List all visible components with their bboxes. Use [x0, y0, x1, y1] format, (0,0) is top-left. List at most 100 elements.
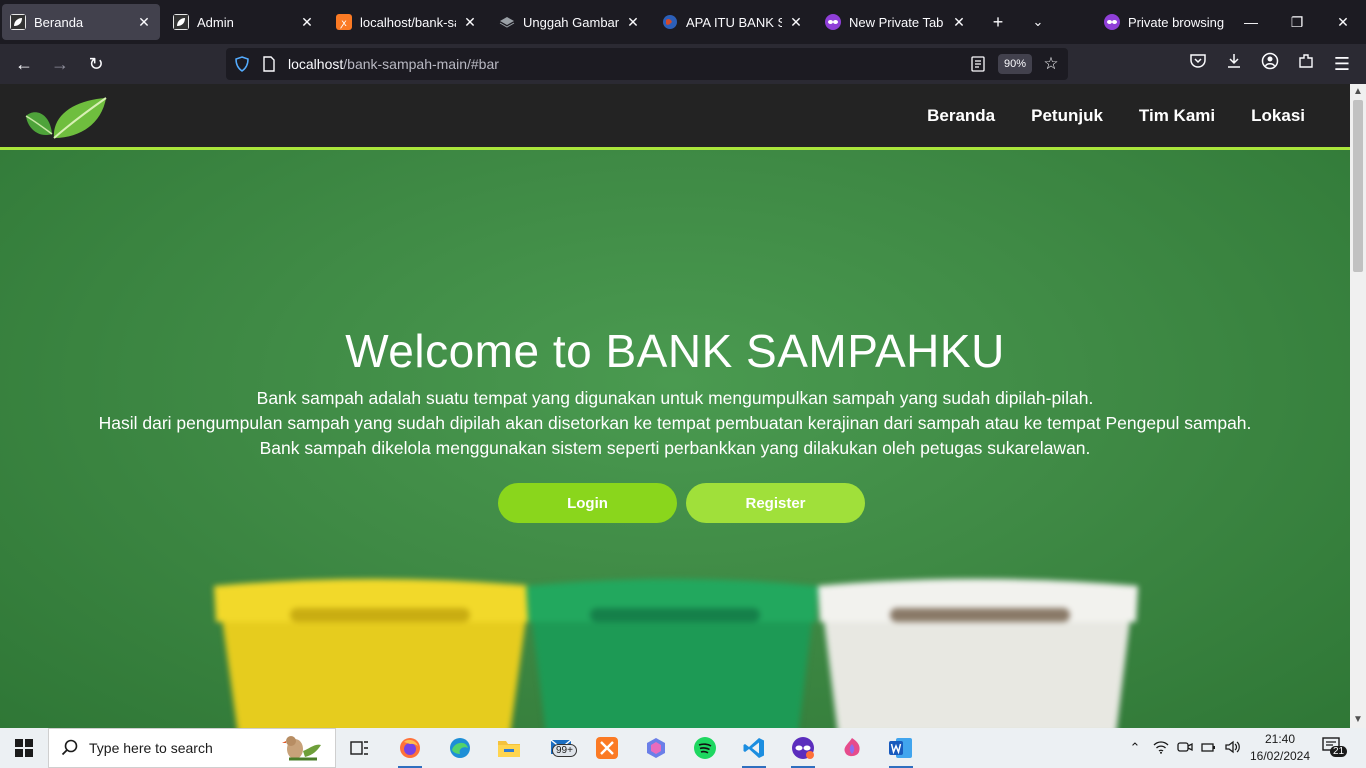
- tab-label: APA ITU BANK SAM: [686, 14, 782, 30]
- spotify-taskbar-icon[interactable]: [685, 732, 725, 764]
- page-scrollbar[interactable]: ▲ ▼: [1350, 84, 1366, 728]
- web-page-viewport: Beranda Petunjuk Tim Kami Lokasi Welcome…: [0, 84, 1366, 728]
- hero-line: Bank sampah dikelola menggunakan sistem …: [259, 438, 1091, 458]
- forward-arrow-icon[interactable]: →: [48, 52, 72, 76]
- edge-taskbar-icon[interactable]: [440, 732, 480, 764]
- close-tab-icon[interactable]: ✕: [462, 14, 478, 30]
- copilot-taskbar-icon[interactable]: [636, 732, 676, 764]
- pocket-icon[interactable]: [1186, 52, 1210, 76]
- page-info-icon[interactable]: [262, 56, 276, 72]
- list-all-tabs-chevron-icon[interactable]: ⌄: [1026, 10, 1050, 34]
- notification-count-badge: 21: [1330, 746, 1348, 757]
- private-browsing-label: Private browsing: [1128, 14, 1225, 30]
- taskbar-clock[interactable]: 21:40 16/02/2024: [1248, 731, 1312, 765]
- tab-unggah-gambar[interactable]: Unggah Gambar – r ✕: [491, 4, 649, 40]
- taskbar-search-box[interactable]: Type here to search: [48, 728, 336, 768]
- nav-link-lokasi[interactable]: Lokasi: [1251, 106, 1305, 126]
- notifications-area: 21: [1322, 728, 1348, 768]
- reader-view-icon[interactable]: [970, 56, 986, 72]
- leaf-logo-icon[interactable]: [20, 94, 110, 144]
- close-window-icon[interactable]: ✕: [1328, 8, 1358, 36]
- tab-apa-itu-bank-sampah[interactable]: APA ITU BANK SAM ✕: [654, 4, 812, 40]
- new-tab-plus-icon[interactable]: +: [986, 10, 1010, 34]
- close-tab-icon[interactable]: ✕: [788, 14, 804, 30]
- speaker-volume-icon[interactable]: [1224, 740, 1242, 757]
- extensions-puzzle-icon[interactable]: [1294, 52, 1318, 76]
- nav-link-beranda[interactable]: Beranda: [927, 106, 995, 126]
- back-arrow-icon[interactable]: ←: [12, 52, 36, 76]
- windows-taskbar: Type here to search 99+ ⌃ 21:40 16/02/20…: [0, 728, 1366, 768]
- xampp-taskbar-icon[interactable]: [587, 732, 627, 764]
- vscode-taskbar-icon[interactable]: [734, 732, 774, 768]
- meet-now-icon[interactable]: [1176, 740, 1194, 757]
- browser-nav-bar: ← → ↻ localhost/bank-sampah-main/#bar 90…: [0, 44, 1366, 84]
- nav-link-petunjuk[interactable]: Petunjuk: [1031, 106, 1103, 126]
- hero-line: Bank sampah adalah suatu tempat yang dig…: [256, 388, 1094, 408]
- hero-line: Hasil dari pengumpulan sampah yang sudah…: [98, 413, 1252, 433]
- tab-beranda[interactable]: Beranda ✕: [2, 4, 160, 40]
- wifi-icon[interactable]: [1152, 740, 1170, 757]
- tab-label: Beranda: [34, 14, 84, 30]
- notifications-icon[interactable]: 21: [1322, 736, 1348, 760]
- firefox-private-taskbar-icon[interactable]: [783, 732, 823, 768]
- tab-label: New Private Tab: [849, 14, 944, 30]
- battery-plug-icon[interactable]: [1200, 740, 1218, 757]
- xampp-favicon-icon: ꭗ: [336, 14, 352, 30]
- downloads-icon[interactable]: [1222, 52, 1246, 76]
- minimize-window-icon[interactable]: —: [1236, 8, 1266, 36]
- login-button[interactable]: Login: [498, 483, 677, 523]
- earth-favicon-icon: [662, 14, 678, 30]
- address-bar[interactable]: localhost/bank-sampah-main/#bar 90% ☆: [226, 48, 1068, 80]
- recycling-bins-image: [214, 579, 1138, 728]
- restore-window-icon[interactable]: ❐: [1282, 8, 1312, 36]
- tab-admin[interactable]: Admin ✕: [165, 4, 323, 40]
- scroll-down-arrow-icon[interactable]: ▼: [1350, 712, 1366, 728]
- nav-link-tim-kami[interactable]: Tim Kami: [1139, 106, 1215, 126]
- close-tab-icon[interactable]: ✕: [136, 14, 152, 30]
- private-browsing-indicator: Private browsing: [1104, 12, 1224, 32]
- register-button[interactable]: Register: [686, 483, 865, 523]
- hero-section: Welcome to BANK SAMPAHKU Bank sampah ada…: [0, 150, 1350, 728]
- site-header: Beranda Petunjuk Tim Kami Lokasi: [0, 84, 1350, 150]
- hamburger-menu-icon[interactable]: ☰: [1330, 52, 1354, 76]
- tracking-protection-shield-icon[interactable]: [234, 56, 250, 72]
- hero-title: Welcome to BANK SAMPAHKU: [345, 325, 1005, 377]
- firefox-developer-taskbar-icon[interactable]: [832, 732, 872, 764]
- reload-icon[interactable]: ↻: [84, 52, 108, 76]
- url-text[interactable]: localhost/bank-sampah-main/#bar: [288, 56, 970, 72]
- bird-search-highlight-icon[interactable]: [279, 731, 325, 767]
- private-mask-icon: [825, 14, 841, 30]
- tab-new-private[interactable]: New Private Tab ✕: [817, 4, 975, 40]
- close-tab-icon[interactable]: ✕: [299, 14, 315, 30]
- mail-icon[interactable]: 99+: [543, 732, 583, 764]
- tab-label: localhost/bank-sam: [360, 14, 456, 30]
- clock-date: 16/02/2024: [1249, 749, 1311, 763]
- url-host: localhost: [288, 56, 344, 72]
- layers-favicon-icon: [499, 14, 515, 30]
- file-explorer-icon[interactable]: [489, 732, 529, 764]
- hero-description: Bank sampah adalah suatu tempat yang dig…: [0, 386, 1350, 461]
- show-hidden-icons-chevron-icon[interactable]: ⌃: [1126, 740, 1144, 756]
- search-icon: [61, 739, 78, 756]
- account-icon[interactable]: [1258, 52, 1282, 76]
- private-mask-icon: [1104, 14, 1120, 30]
- close-tab-icon[interactable]: ✕: [951, 14, 967, 30]
- zoom-level-indicator[interactable]: 90%: [997, 54, 1032, 74]
- bookmark-star-icon[interactable]: ☆: [1042, 55, 1060, 73]
- system-tray: ⌃: [1126, 728, 1242, 768]
- task-view-icon[interactable]: [340, 732, 380, 764]
- scrollbar-thumb[interactable]: [1353, 100, 1363, 272]
- search-placeholder: Type here to search: [89, 740, 213, 756]
- clock-time: 21:40: [1264, 732, 1296, 746]
- site-nav: Beranda Petunjuk Tim Kami Lokasi: [927, 106, 1305, 126]
- tab-label: Unggah Gambar – r: [523, 14, 619, 30]
- word-taskbar-icon[interactable]: [881, 732, 921, 768]
- firefox-taskbar-icon[interactable]: [390, 732, 430, 768]
- scroll-up-arrow-icon[interactable]: ▲: [1350, 84, 1366, 100]
- tab-localhost[interactable]: ꭗ localhost/bank-sam ✕: [328, 4, 486, 40]
- close-tab-icon[interactable]: ✕: [625, 14, 641, 30]
- browser-tab-strip: Beranda ✕ Admin ✕ ꭗ localhost/bank-sam ✕…: [0, 0, 1366, 44]
- windows-start-icon[interactable]: [0, 728, 48, 768]
- url-path: /bank-sampah-main/#bar: [343, 56, 499, 72]
- tab-label: Admin: [197, 14, 234, 30]
